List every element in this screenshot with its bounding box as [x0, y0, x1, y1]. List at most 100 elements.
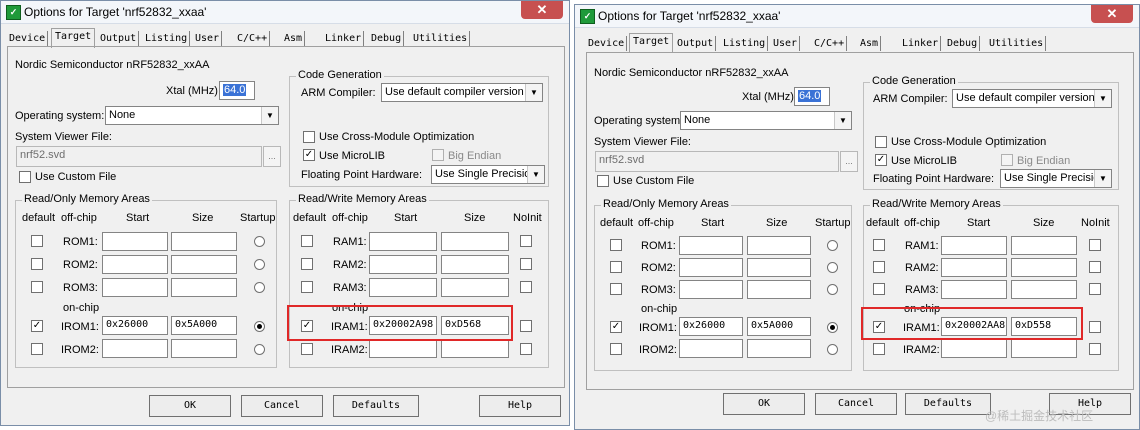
- tab-target[interactable]: Target: [629, 33, 674, 53]
- ram3-size-input[interactable]: [1011, 280, 1077, 299]
- rom2-default-checkbox[interactable]: [610, 261, 622, 273]
- ram1-size-input[interactable]: [441, 232, 509, 251]
- iram2-default-checkbox[interactable]: [301, 343, 313, 355]
- tab-debug[interactable]: Debug: [945, 36, 981, 51]
- ram3-size-input[interactable]: [441, 278, 509, 297]
- tab-listing[interactable]: Listing: [143, 31, 191, 46]
- rom3-startup-radio[interactable]: [827, 284, 838, 295]
- arm-compiler-select[interactable]: Use default compiler version ▼: [952, 89, 1112, 108]
- ram3-noinit-checkbox[interactable]: [520, 281, 532, 293]
- rom1-start-input[interactable]: [679, 236, 743, 255]
- ram2-start-input[interactable]: [369, 255, 437, 274]
- close-button[interactable]: ✕: [521, 1, 563, 19]
- help-button[interactable]: Help: [479, 395, 561, 417]
- ram1-start-input[interactable]: [941, 236, 1007, 255]
- iram2-size-input[interactable]: [1011, 339, 1077, 358]
- os-select[interactable]: None ▼: [105, 106, 279, 125]
- ram3-start-input[interactable]: [369, 278, 437, 297]
- cancel-button[interactable]: Cancel: [815, 393, 897, 415]
- rom1-startup-radio[interactable]: [254, 236, 265, 247]
- iram2-size-input[interactable]: [441, 339, 509, 358]
- tab-linker[interactable]: Linker: [323, 31, 365, 46]
- rom3-size-input[interactable]: [747, 280, 811, 299]
- ram2-start-input[interactable]: [941, 258, 1007, 277]
- irom1-size-input[interactable]: 0x5A000: [747, 317, 811, 336]
- ram1-start-input[interactable]: [369, 232, 437, 251]
- cancel-button[interactable]: Cancel: [241, 395, 323, 417]
- rom3-start-input[interactable]: [102, 278, 168, 297]
- ram1-default-checkbox[interactable]: [873, 239, 885, 251]
- cross-module-checkbox[interactable]: [303, 131, 315, 143]
- rom3-default-checkbox[interactable]: [31, 281, 43, 293]
- irom2-size-input[interactable]: [171, 339, 237, 358]
- tab-utilities[interactable]: Utilities: [987, 36, 1047, 51]
- tab-user[interactable]: User: [771, 36, 801, 51]
- rom2-default-checkbox[interactable]: [31, 258, 43, 270]
- fp-select[interactable]: Use Single Precision ▼: [431, 165, 545, 184]
- irom2-start-input[interactable]: [679, 339, 743, 358]
- iram2-start-input[interactable]: [941, 339, 1007, 358]
- custom-file-checkbox[interactable]: [597, 175, 609, 187]
- irom2-default-checkbox[interactable]: [31, 343, 43, 355]
- iram1-noinit-checkbox[interactable]: [520, 320, 532, 332]
- irom1-startup-radio[interactable]: [827, 322, 838, 333]
- irom2-startup-radio[interactable]: [254, 344, 265, 355]
- irom1-startup-radio[interactable]: [254, 321, 265, 332]
- ram2-default-checkbox[interactable]: [301, 258, 313, 270]
- rom1-default-checkbox[interactable]: [610, 239, 622, 251]
- irom2-size-input[interactable]: [747, 339, 811, 358]
- rom1-startup-radio[interactable]: [827, 240, 838, 251]
- iram2-default-checkbox[interactable]: [873, 343, 885, 355]
- iram2-start-input[interactable]: [369, 339, 437, 358]
- irom2-startup-radio[interactable]: [827, 344, 838, 355]
- ram3-default-checkbox[interactable]: [873, 283, 885, 295]
- irom1-default-checkbox[interactable]: ✓: [31, 320, 43, 332]
- tab-device[interactable]: Device: [7, 31, 49, 46]
- ok-button[interactable]: OK: [723, 393, 805, 415]
- iram1-noinit-checkbox[interactable]: [1089, 321, 1101, 333]
- microlib-checkbox[interactable]: ✓: [303, 149, 315, 161]
- rom1-size-input[interactable]: [747, 236, 811, 255]
- os-select[interactable]: None ▼: [680, 111, 852, 130]
- rom3-startup-radio[interactable]: [254, 282, 265, 293]
- irom1-size-input[interactable]: 0x5A000: [171, 316, 237, 335]
- irom1-start-input[interactable]: 0x26000: [679, 317, 743, 336]
- arm-compiler-select[interactable]: Use default compiler version ▼: [381, 83, 543, 102]
- ram3-noinit-checkbox[interactable]: [1089, 283, 1101, 295]
- rom2-size-input[interactable]: [171, 255, 237, 274]
- cross-module-checkbox[interactable]: [875, 136, 887, 148]
- rom2-size-input[interactable]: [747, 258, 811, 277]
- ram3-default-checkbox[interactable]: [301, 281, 313, 293]
- ram2-size-input[interactable]: [1011, 258, 1077, 277]
- xtal-input[interactable]: 64.0: [794, 87, 830, 106]
- ram1-default-checkbox[interactable]: [301, 235, 313, 247]
- ram2-default-checkbox[interactable]: [873, 261, 885, 273]
- ram2-size-input[interactable]: [441, 255, 509, 274]
- tab-target[interactable]: Target: [51, 28, 96, 48]
- tab-asm[interactable]: Asm: [282, 31, 306, 46]
- rom2-startup-radio[interactable]: [827, 262, 838, 273]
- irom2-start-input[interactable]: [102, 339, 168, 358]
- rom3-default-checkbox[interactable]: [610, 283, 622, 295]
- ram2-noinit-checkbox[interactable]: [520, 258, 532, 270]
- defaults-button[interactable]: Defaults: [333, 395, 419, 417]
- tab-linker[interactable]: Linker: [900, 36, 942, 51]
- irom1-start-input[interactable]: 0x26000: [102, 316, 168, 335]
- rom3-start-input[interactable]: [679, 280, 743, 299]
- rom2-startup-radio[interactable]: [254, 259, 265, 270]
- ram1-size-input[interactable]: [1011, 236, 1077, 255]
- rom1-size-input[interactable]: [171, 232, 237, 251]
- microlib-checkbox[interactable]: ✓: [875, 154, 887, 166]
- rom1-default-checkbox[interactable]: [31, 235, 43, 247]
- tab-cpp[interactable]: C/C++: [235, 31, 271, 46]
- xtal-input[interactable]: 64.0: [219, 81, 255, 100]
- irom1-default-checkbox[interactable]: ✓: [610, 321, 622, 333]
- iram2-noinit-checkbox[interactable]: [1089, 343, 1101, 355]
- tab-asm[interactable]: Asm: [858, 36, 882, 51]
- ram1-noinit-checkbox[interactable]: [1089, 239, 1101, 251]
- iram2-noinit-checkbox[interactable]: [520, 343, 532, 355]
- tab-debug[interactable]: Debug: [369, 31, 405, 46]
- fp-select[interactable]: Use Single Precision ▼: [1000, 169, 1112, 188]
- close-button[interactable]: ✕: [1091, 5, 1133, 23]
- tab-cpp[interactable]: C/C++: [812, 36, 848, 51]
